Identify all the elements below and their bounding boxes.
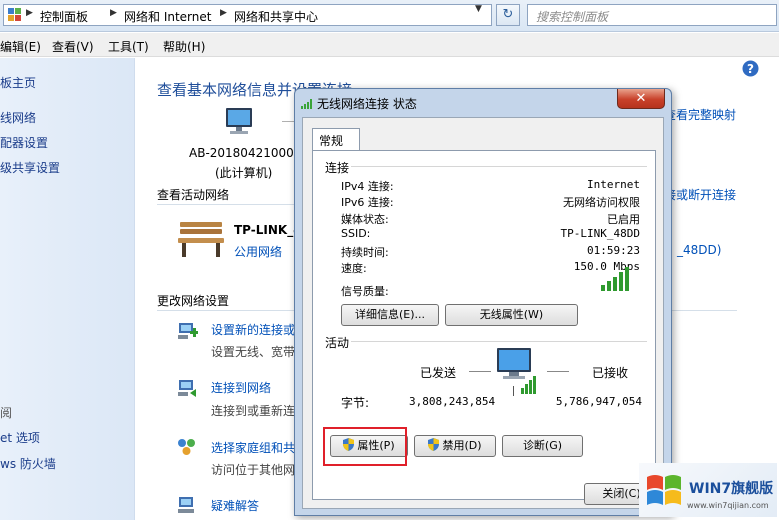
group-divider — [351, 341, 647, 342]
bytes-received-value: 5,786,947,054 — [555, 395, 642, 408]
signal-quality-bars — [601, 267, 629, 291]
details-button[interactable]: 详细信息(E)... — [341, 304, 439, 326]
network-sharing-center-window: ▶ 控制面板 ▶ 网络和 Internet ▶ 网络和共享中心 ▼ ↻ 搜索控制… — [0, 0, 779, 520]
connection-group-label: 连接 — [325, 161, 350, 175]
breadcrumb[interactable]: ▶ 控制面板 ▶ 网络和 Internet ▶ 网络和共享中心 — [3, 4, 492, 26]
dialog-close-x-button[interactable]: ✕ — [617, 89, 665, 109]
media-state-value: 已启用 — [607, 213, 640, 226]
ipv4-value: Internet — [587, 178, 640, 191]
control-panel-icon — [8, 8, 21, 21]
task-connect-network[interactable]: 连接到网络 — [211, 379, 271, 396]
menu-edit[interactable]: 编辑(E) — [0, 38, 41, 55]
help-icon[interactable]: ? — [742, 60, 759, 77]
watermark-title: WIN7旗舰版 — [689, 481, 774, 497]
nav-manage-wireless[interactable]: 线网络 — [0, 109, 36, 126]
media-state-label: 媒体状态: — [341, 213, 389, 226]
activity-group-label: 活动 — [325, 336, 350, 350]
watermark: WIN7旗舰版 www.win7qijian.com — [639, 463, 777, 517]
change-settings-label: 更改网络设置 — [157, 294, 230, 308]
menu-tools[interactable]: 工具(T) — [108, 38, 149, 55]
duration-value: 01:59:23 — [587, 244, 640, 257]
bytes-sent-value: 3,808,243,854 — [409, 395, 496, 408]
active-networks-label: 查看活动网络 — [157, 188, 230, 202]
signal-quality-label: 信号质量: — [341, 285, 389, 298]
dialog-title-text: 无线网络连接 状态 — [317, 97, 417, 111]
troubleshoot-icon — [178, 497, 194, 513]
network-activity-icon — [497, 348, 536, 396]
ipv4-label: IPv4 连接: — [341, 180, 394, 193]
breadcrumb-sep-icon[interactable]: ▶ — [110, 8, 117, 18]
public-network-bench-icon — [178, 222, 224, 257]
breadcrumb-control-panel[interactable]: 控制面板 — [40, 8, 88, 25]
history-dropdown-icon[interactable]: ▼ — [475, 4, 482, 14]
computer-icon — [226, 108, 252, 134]
divider — [157, 204, 297, 205]
ssid-label: SSID: — [341, 227, 371, 240]
task-setup-desc: 设置无线、宽带 — [211, 345, 296, 359]
connect-network-icon — [178, 380, 196, 397]
full-map-link[interactable]: 查看完整映射 — [664, 106, 736, 123]
svg-text:?: ? — [747, 62, 754, 76]
nav-adapter-settings[interactable]: 配器设置 — [0, 134, 48, 151]
new-connection-icon — [178, 323, 198, 339]
duration-label: 持续时间: — [341, 246, 389, 259]
watermark-url: www.win7qijian.com — [687, 501, 769, 510]
task-homegroup[interactable]: 选择家庭组和共 — [211, 439, 295, 456]
left-navigation-pane: 板主页 线网络 配器设置 级共享设置 阅 et 选项 ws 防火墙 — [0, 58, 135, 520]
task-connect-desc: 连接到或重新连 — [211, 404, 296, 418]
menu-help[interactable]: 帮助(H) — [163, 38, 205, 55]
signal-icon — [301, 99, 312, 109]
network-connection-link[interactable]: _48DD) — [677, 243, 721, 257]
nav-advanced-sharing[interactable]: 级共享设置 — [0, 159, 60, 176]
search-placeholder: 搜索控制面板 — [536, 10, 609, 24]
nav-internet-options[interactable]: et 选项 — [0, 429, 40, 446]
see-also-heading: 阅 — [0, 406, 13, 420]
wireless-properties-button[interactable]: 无线属性(W) — [445, 304, 578, 326]
task-setup-connection[interactable]: 设置新的连接或 — [211, 321, 295, 338]
network-name: TP-LINK_4 — [234, 223, 302, 237]
breadcrumb-network-internet[interactable]: 网络和 Internet — [124, 8, 211, 25]
nav-control-panel-home[interactable]: 板主页 — [0, 74, 36, 91]
disable-button-label: 禁用(D) — [442, 439, 482, 452]
ipv6-label: IPv6 连接: — [341, 196, 394, 209]
received-line — [547, 371, 569, 372]
breadcrumb-sep-icon[interactable]: ▶ — [26, 8, 33, 18]
ssid-value: TP-LINK_48DD — [560, 227, 640, 240]
breadcrumb-sep-icon[interactable]: ▶ — [220, 8, 227, 18]
homegroup-icon — [178, 439, 195, 455]
windows-logo-icon — [647, 475, 681, 505]
address-bar: ▶ 控制面板 ▶ 网络和 Internet ▶ 网络和共享中心 ▼ ↻ 搜索控制… — [0, 0, 779, 32]
nav-firewall[interactable]: ws 防火墙 — [0, 455, 56, 472]
disable-button[interactable]: 禁用(D) — [414, 435, 496, 457]
computer-sub-label: (此计算机) — [215, 166, 273, 180]
received-label: 已接收 — [592, 366, 629, 380]
dialog-title: 无线网络连接 状态 — [301, 95, 417, 112]
search-input[interactable]: 搜索控制面板 — [527, 4, 777, 26]
computer-name: AB-201804210008 — [189, 146, 302, 160]
bytes-label: 字节: — [341, 396, 370, 410]
refresh-button[interactable]: ↻ — [496, 4, 520, 26]
sent-label: 已发送 — [420, 366, 457, 380]
connect-disconnect-link[interactable]: 接或断开连接 — [664, 186, 736, 203]
menu-view[interactable]: 查看(V) — [52, 38, 94, 55]
breadcrumb-network-sharing[interactable]: 网络和共享中心 — [234, 8, 318, 25]
task-troubleshoot[interactable]: 疑难解答 — [211, 497, 259, 514]
diagnose-button[interactable]: 诊断(G) — [502, 435, 583, 457]
network-type-link[interactable]: 公用网络 — [234, 243, 282, 260]
uac-shield-icon — [428, 438, 440, 451]
speed-label: 速度: — [341, 262, 367, 275]
tab-general[interactable]: 常规 — [312, 128, 360, 151]
sent-line — [469, 371, 491, 372]
task-homegroup-desc: 访问位于其他网 — [211, 463, 296, 477]
menu-bar: 编辑(E) 查看(V) 工具(T) 帮助(H) — [0, 33, 779, 57]
group-divider — [351, 166, 647, 167]
highlight-box — [323, 427, 407, 466]
ipv6-value: 无网络访问权限 — [563, 196, 640, 209]
